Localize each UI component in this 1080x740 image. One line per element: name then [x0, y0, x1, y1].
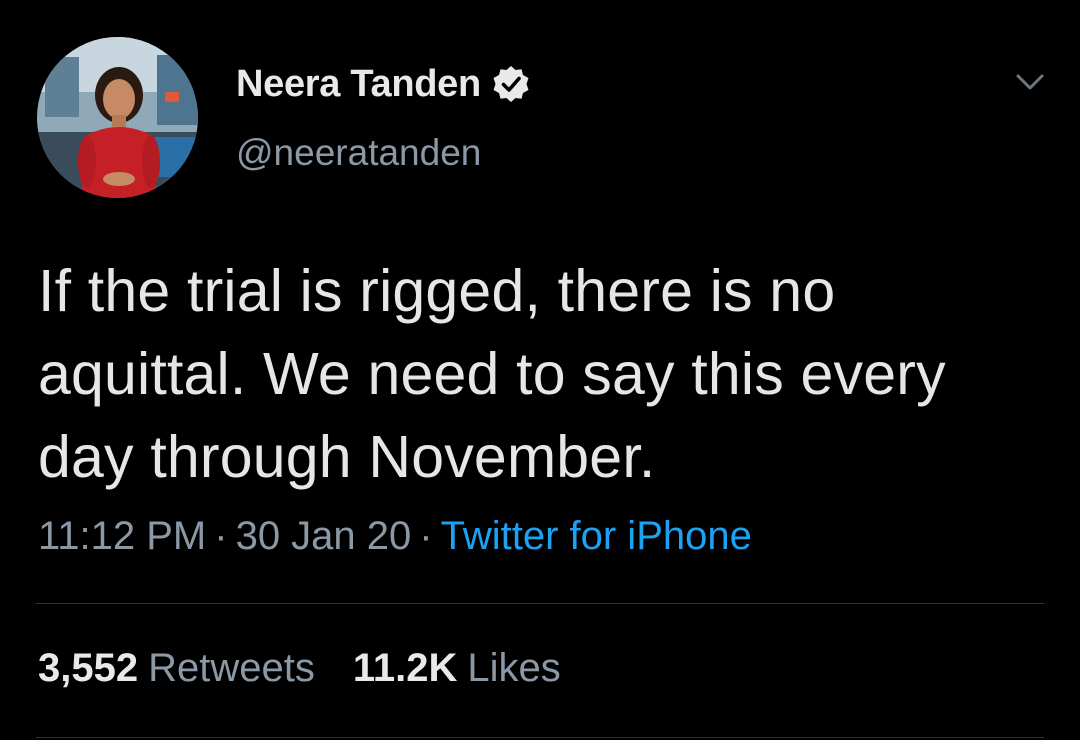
meta-separator: · [214, 514, 228, 558]
divider [36, 603, 1044, 604]
display-name[interactable]: Neera Tanden [236, 63, 481, 106]
retweets-count: 3,552 [38, 646, 139, 690]
tweet-text: If the trial is rigged, there is no aqui… [38, 258, 946, 490]
likes-stat[interactable]: 11.2K Likes [353, 646, 561, 691]
tweet-card: Neera Tanden @neeratanden If the trial i… [0, 0, 1080, 740]
likes-label: Likes [467, 646, 561, 690]
meta-separator: · [419, 514, 433, 558]
retweets-stat[interactable]: 3,552 Retweets [38, 646, 315, 691]
chevron-down-icon[interactable] [1010, 62, 1050, 102]
tweet-meta: 11:12 PM · 30 Jan 20 · Twitter for iPhone [38, 514, 752, 559]
tweet-source-link[interactable]: Twitter for iPhone [441, 514, 752, 558]
avatar[interactable] [37, 37, 198, 198]
tweet-time: 11:12 PM [38, 514, 207, 558]
author-name-row[interactable]: Neera Tanden [236, 56, 531, 112]
retweets-label: Retweets [148, 646, 315, 690]
tweet-stats: 3,552 Retweets 11.2K Likes [38, 646, 599, 691]
likes-count: 11.2K [352, 646, 458, 690]
divider [36, 737, 1044, 738]
author-handle[interactable]: @neeratanden [236, 132, 481, 174]
tweet-date: 30 Jan 20 [235, 514, 412, 558]
verified-badge-icon [491, 64, 531, 104]
